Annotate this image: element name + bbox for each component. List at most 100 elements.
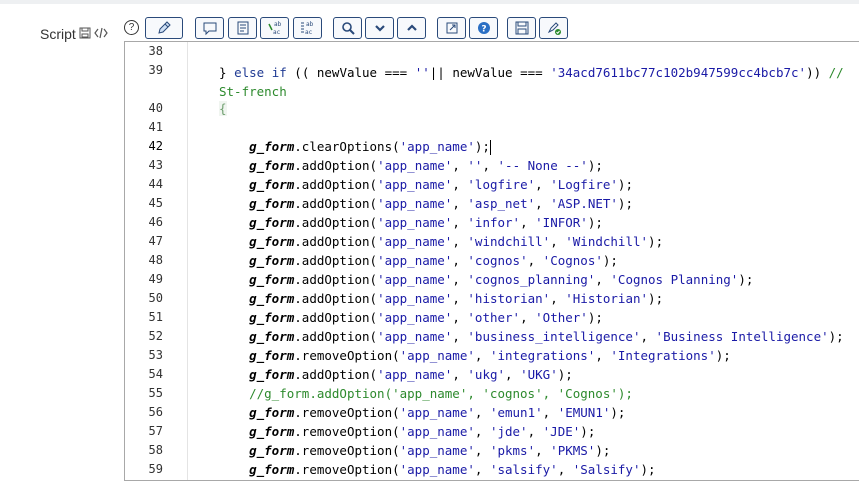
code-text[interactable]: } else if (( newValue === ''|| newValue … (219, 63, 844, 101)
find-next-button[interactable] (365, 17, 394, 39)
code-text[interactable]: g_form.addOption('app_name', 'asp_net', … (219, 196, 633, 211)
line-number: 57 (148, 424, 163, 438)
search-button[interactable] (333, 17, 362, 39)
code-line[interactable]: 41 (125, 118, 859, 137)
code-text[interactable]: g_form.removeOption('app_name', 'integra… (219, 348, 731, 363)
code-text[interactable]: g_form.addOption('app_name', 'cognos', '… (219, 253, 618, 268)
floppy-disk-icon[interactable] (79, 27, 91, 42)
comment-button[interactable] (195, 17, 224, 39)
code-text[interactable]: g_form.addOption('app_name', 'business_i… (219, 329, 844, 344)
code-text[interactable]: g_form.removeOption('app_name', 'jde', '… (219, 424, 595, 439)
svg-text:ab: ab (306, 21, 314, 28)
line-number: 58 (148, 443, 163, 457)
line-number: 59 (148, 462, 163, 476)
code-text[interactable]: g_form.addOption('app_name', 'windchill'… (219, 234, 663, 249)
code-text[interactable]: g_form.addOption('app_name', 'logfire', … (219, 177, 633, 192)
code-text[interactable]: g_form.addOption('app_name', 'other', 'O… (219, 310, 603, 325)
line-number: 51 (148, 310, 163, 324)
code-text[interactable]: g_form.removeOption('app_name', 'emun1',… (219, 405, 625, 420)
code-line[interactable]: 44 g_form.addOption('app_name', 'logfire… (125, 175, 859, 194)
line-number: 44 (148, 177, 163, 191)
code-editor[interactable]: 38 39 } else if (( newValue === ''|| newVa… (124, 41, 859, 481)
pencil-icon (158, 21, 171, 34)
line-number: 52 (148, 329, 163, 343)
code-text[interactable]: { (219, 101, 227, 116)
code-line[interactable]: 43 g_form.addOption('app_name', '', '-- … (125, 156, 859, 175)
svg-text:ac: ac (305, 29, 313, 36)
floppy-disk-icon (515, 21, 528, 35)
code-line[interactable]: 57 g_form.removeOption('app_name', 'jde'… (125, 422, 859, 441)
code-line[interactable]: 59 g_form.removeOption('app_name', 'sals… (125, 460, 859, 479)
code-text[interactable]: g_form.addOption('app_name', 'infor', 'I… (219, 215, 603, 230)
line-number: 54 (148, 367, 163, 381)
replace-text-icon: abac (267, 21, 282, 36)
code-line[interactable]: 53 g_form.removeOption('app_name', 'inte… (125, 346, 859, 365)
line-number: 48 (148, 253, 163, 267)
code-line[interactable]: 58 g_form.removeOption('app_name', 'pkms… (125, 441, 859, 460)
code-line[interactable]: 42 g_form.clearOptions('app_name'); (125, 137, 859, 156)
code-text[interactable]: g_form.removeOption('app_name', 'salsify… (219, 462, 655, 477)
top-divider (0, 0, 859, 4)
code-text[interactable]: g_form.addOption('app_name', '', '-- Non… (219, 158, 603, 173)
code-line[interactable]: 56 g_form.removeOption('app_name', 'emun… (125, 403, 859, 422)
code-line[interactable]: 46 g_form.addOption('app_name', 'infor',… (125, 213, 859, 232)
line-number: 46 (148, 215, 163, 229)
help-circle-icon[interactable]: ? (124, 20, 139, 35)
format-button[interactable] (228, 17, 257, 39)
replace-all-icon: abac (300, 21, 314, 36)
line-number: 41 (148, 120, 163, 134)
script-label: Script (40, 26, 76, 42)
line-number: 47 (148, 234, 163, 248)
line-number: 45 (148, 196, 163, 210)
svg-text:ac: ac (273, 29, 281, 36)
code-text[interactable]: g_form.clearOptions('app_name'); (219, 139, 491, 155)
code-line[interactable]: 49 g_form.addOption('app_name', 'cognos_… (125, 270, 859, 289)
code-icon[interactable] (94, 27, 108, 42)
question-icon: ? (477, 22, 490, 35)
line-number: 53 (148, 348, 163, 362)
svg-text:ab: ab (274, 21, 282, 28)
code-line[interactable]: 54 g_form.addOption('app_name', 'ukg', '… (125, 365, 859, 384)
line-number: 40 (148, 101, 163, 115)
expand-icon (446, 22, 457, 34)
chevron-down-icon (374, 25, 385, 32)
replace-button[interactable]: ab ac (260, 17, 289, 39)
chevron-up-icon (406, 24, 417, 31)
find-previous-button[interactable] (397, 17, 426, 39)
line-number: 56 (148, 405, 163, 419)
save-button[interactable] (507, 17, 536, 39)
code-line[interactable]: 50 g_form.addOption('app_name', 'histori… (125, 289, 859, 308)
help-button[interactable]: ? (469, 17, 498, 39)
code-text[interactable]: g_form.removeOption('app_name', 'pkms', … (219, 443, 610, 458)
replace-all-button[interactable]: ab ac (293, 17, 322, 39)
line-number: 55 (148, 386, 163, 400)
code-line[interactable]: 38 (125, 42, 859, 61)
line-number: 39 (148, 63, 163, 77)
code-line[interactable]: 40 { (125, 99, 859, 118)
code-text[interactable]: g_form.addOption('app_name', 'ukg', 'UKG… (219, 367, 573, 382)
script-check-button[interactable] (539, 17, 568, 39)
code-line[interactable]: 45 g_form.addOption('app_name', 'asp_net… (125, 194, 859, 213)
field-label: Script (40, 24, 108, 44)
code-line[interactable]: 52 g_form.addOption('app_name', 'busines… (125, 327, 859, 346)
code-text[interactable]: //g_form.addOption('app_name', 'cognos',… (219, 386, 633, 401)
speech-bubble-icon (203, 22, 216, 36)
script-check-icon (547, 22, 561, 35)
code-line[interactable]: 55 //g_form.addOption('app_name', 'cogno… (125, 384, 859, 403)
line-number: 50 (148, 291, 163, 305)
document-lines-icon (237, 21, 248, 35)
line-number: 43 (148, 158, 163, 172)
code-line[interactable]: 47 g_form.addOption('app_name', 'windchi… (125, 232, 859, 251)
code-line[interactable]: 51 g_form.addOption('app_name', 'other',… (125, 308, 859, 327)
magnifier-icon (341, 22, 355, 35)
toggle-syntax-button[interactable] (145, 17, 183, 39)
code-text[interactable]: g_form.addOption('app_name', 'cognos_pla… (219, 272, 753, 287)
fullscreen-button[interactable] (437, 17, 466, 39)
svg-text:?: ? (481, 25, 486, 35)
code-line[interactable]: 39 } else if (( newValue === ''|| newValu… (125, 61, 859, 99)
line-number: 38 (148, 44, 163, 58)
line-number: 49 (148, 272, 163, 286)
code-text[interactable]: g_form.addOption('app_name', 'historian'… (219, 291, 663, 306)
code-lines[interactable]: 38 39 } else if (( newValue === ''|| newVa… (125, 42, 859, 479)
code-line[interactable]: 48 g_form.addOption('app_name', 'cognos'… (125, 251, 859, 270)
